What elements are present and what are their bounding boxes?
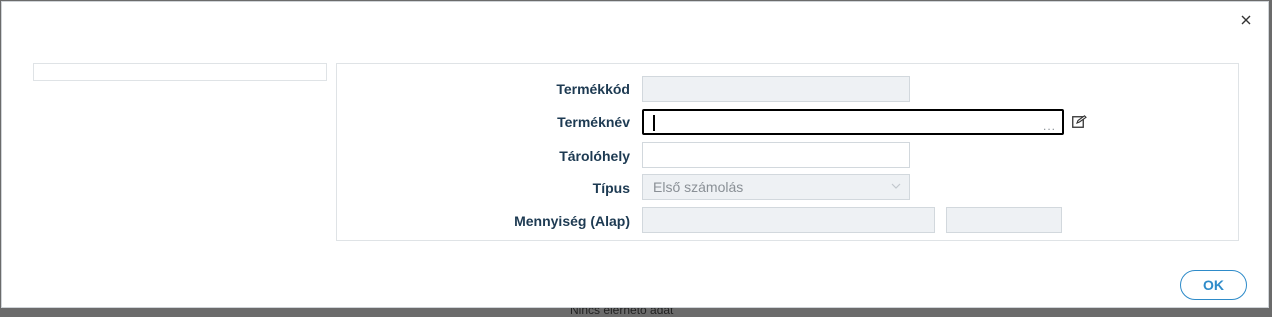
type-select-value: Első számolás xyxy=(653,179,744,195)
quantity-field[interactable] xyxy=(642,207,935,233)
quantity-label: Mennyiség (Alap) xyxy=(514,213,630,229)
storage-location-input[interactable] xyxy=(642,142,910,168)
close-button[interactable] xyxy=(1236,10,1256,30)
text-caret xyxy=(653,115,655,131)
left-panel xyxy=(33,63,327,81)
product-name-label: Terméknév xyxy=(557,114,630,130)
form-panel: Termékkód Terméknév ... Tárolóhely Típus… xyxy=(336,63,1239,241)
edit-icon[interactable] xyxy=(1072,115,1087,128)
type-label: Típus xyxy=(592,180,630,196)
product-code-label: Termékkód xyxy=(556,81,630,97)
product-name-input[interactable]: ... xyxy=(642,109,1064,135)
ok-button[interactable]: OK xyxy=(1180,270,1247,300)
ellipsis-icon[interactable]: ... xyxy=(1043,120,1056,132)
storage-location-label: Tárolóhely xyxy=(559,148,630,164)
chevron-down-icon xyxy=(891,183,901,189)
product-dialog: Termékkód Terméknév ... Tárolóhely Típus… xyxy=(1,1,1269,308)
product-code-field[interactable] xyxy=(642,76,910,102)
close-icon xyxy=(1241,15,1251,25)
quantity-unit-field[interactable] xyxy=(946,207,1062,233)
type-select[interactable]: Első számolás xyxy=(642,174,910,200)
